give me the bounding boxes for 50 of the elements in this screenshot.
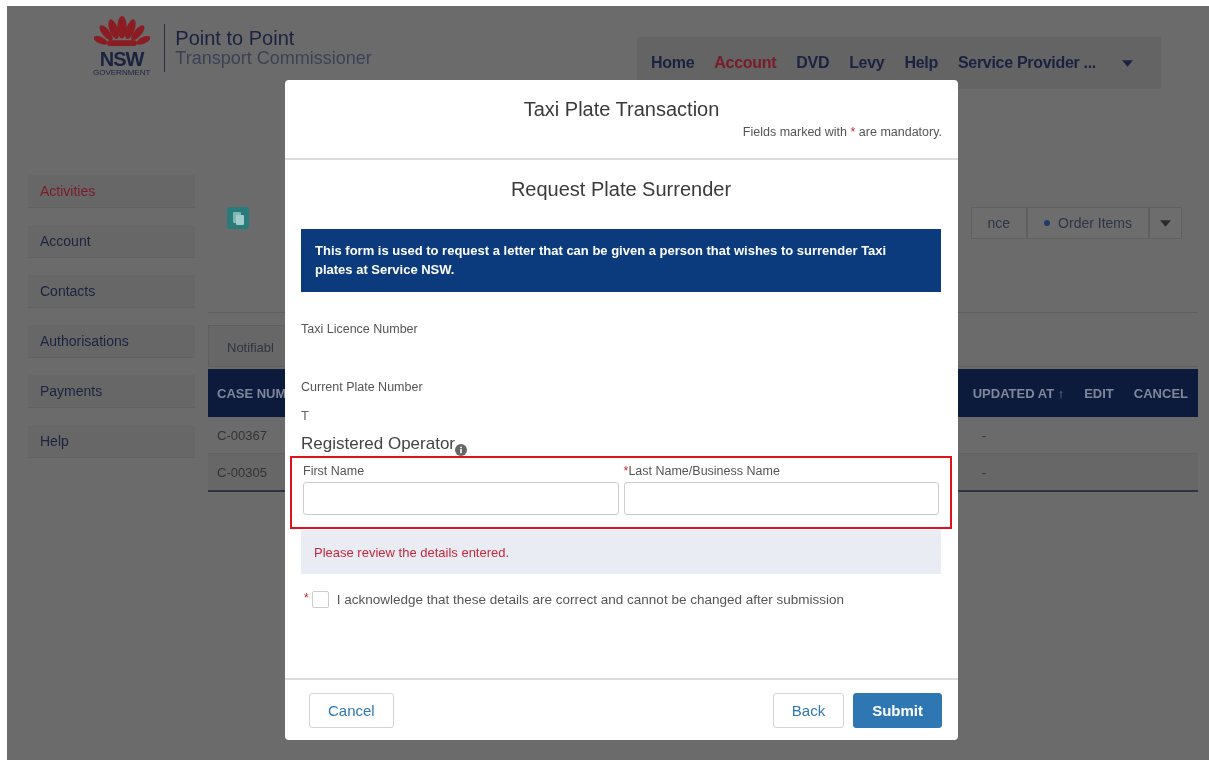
logo-wordmark: NSW <box>99 49 144 69</box>
sidebar-item[interactable]: Payments <box>28 375 195 408</box>
field-value: T <box>301 408 310 423</box>
checkbox-label: I acknowledge that these details are correct and cannot be changed after submission <box>336 592 844 607</box>
table-cell: - <box>981 464 986 480</box>
field-label: First Name <box>303 464 366 478</box>
action-button[interactable]: Order Items <box>1027 207 1149 239</box>
sidebar-item[interactable]: Activities <box>28 175 195 208</box>
dialog-button[interactable]: Cancel <box>309 692 394 728</box>
caret-icon <box>1160 219 1171 227</box>
input-field[interactable] <box>623 482 939 515</box>
sidebar-item[interactable]: Help <box>28 425 195 458</box>
section-heading: Registered Operator <box>301 434 456 454</box>
dialog-button[interactable]: Submit <box>853 692 942 728</box>
field-label: Taxi Licence Number <box>301 322 419 336</box>
dropdown-button[interactable] <box>1149 207 1182 239</box>
column-header[interactable]: UPDATED AT ↑ <box>972 385 1065 401</box>
table-cell: C-00367 <box>217 427 267 443</box>
column-header: EDIT <box>1084 385 1114 401</box>
column-header: CASE NUM <box>217 385 287 401</box>
sidebar-item[interactable]: Account <box>28 225 195 258</box>
flower-logo-icon <box>93 14 150 48</box>
site-title: Point to Point <box>175 27 296 49</box>
dot-icon <box>1044 220 1051 226</box>
sidebar-item[interactable]: Authorisations <box>28 325 195 358</box>
nav-link[interactable]: Levy <box>849 54 885 72</box>
sidebar-item[interactable]: Contacts <box>28 275 195 308</box>
nav-link[interactable]: DVD <box>796 54 830 72</box>
form-heading: Request Plate Surrender <box>509 178 733 201</box>
caret-icon[interactable] <box>1122 59 1133 67</box>
input-field[interactable] <box>303 482 619 515</box>
nav-link[interactable]: Service Provider ... <box>957 54 1096 72</box>
nav-link[interactable]: Home <box>651 54 695 72</box>
field-label: Current Plate Number <box>301 380 424 394</box>
checkbox[interactable] <box>311 591 329 608</box>
action-button[interactable]: nce <box>970 207 1028 239</box>
document-icon <box>227 207 249 229</box>
logo-subtext: GOVERNMENT <box>93 69 151 77</box>
mandatory-note: Fields marked with * are mandatory. <box>741 125 942 139</box>
required-mark: * <box>304 591 309 605</box>
nav-link[interactable]: Account <box>714 54 777 72</box>
modal-title: Taxi Plate Transaction <box>522 98 721 121</box>
nav-link[interactable]: Help <box>904 54 938 72</box>
dialog-button[interactable]: Back <box>772 692 845 728</box>
column-header: CANCEL <box>1133 385 1188 401</box>
error-message: Please review the details entered. <box>314 544 510 560</box>
table-cell: - <box>981 427 986 443</box>
info-banner: This form is used to request a letter that can be given a person that wishes to surrender Taxi plates at Service NSW. <box>301 229 941 292</box>
info-icon[interactable] <box>455 444 468 456</box>
field-label: *Last Name/Business Name <box>623 464 781 478</box>
